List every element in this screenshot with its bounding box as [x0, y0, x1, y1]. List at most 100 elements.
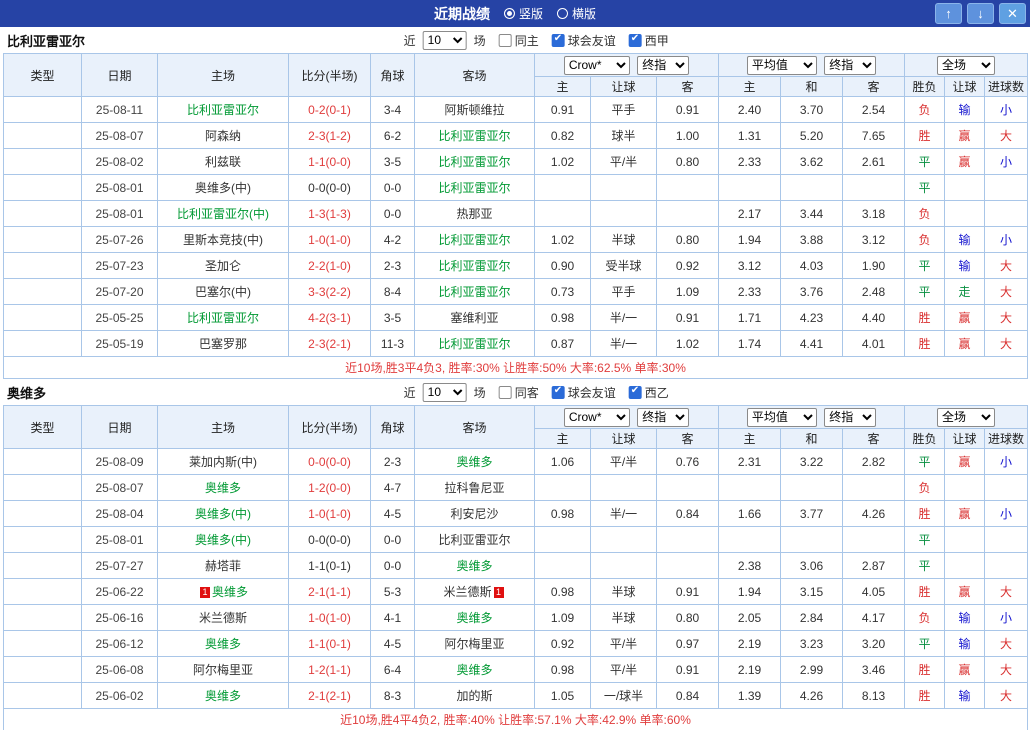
filter-same-home[interactable]: 同主: [499, 32, 539, 49]
results-table: 类型 日期 主场 比分(半场) 角球 客场 Crow* 终指 平均值 终指 全场: [3, 405, 1028, 730]
home-team-name[interactable]: 比利亚雷亚尔(中): [177, 207, 269, 221]
scope-select[interactable]: 全场: [937, 56, 995, 75]
col-handicap-home: 主: [535, 429, 591, 449]
handicap-line: 半/一: [591, 331, 657, 357]
home-team-name[interactable]: 奥维多(中): [195, 181, 251, 195]
home-team-name[interactable]: 奥维多(中): [195, 507, 251, 521]
home-team-cell: 莱加内斯(中): [158, 449, 289, 475]
avg-draw-odds: [781, 475, 843, 501]
filter-club-friendly[interactable]: 球会友谊: [552, 384, 616, 401]
handicap-line: [591, 475, 657, 501]
away-team-name[interactable]: 阿斯顿维拉: [444, 103, 504, 117]
result-outcome: 负: [905, 227, 945, 253]
away-team-name[interactable]: 比利亚雷亚尔: [438, 155, 510, 169]
avg-draw-odds: 3.88: [781, 227, 843, 253]
score: 1-0(1-0): [289, 227, 371, 253]
home-team-name[interactable]: 巴塞尔(中): [195, 285, 251, 299]
home-team-name[interactable]: 里斯本竞技(中): [183, 233, 263, 247]
away-team-name[interactable]: 奥维多: [456, 611, 492, 625]
col-away: 客场: [415, 54, 535, 97]
match-count-select[interactable]: 10: [423, 31, 467, 50]
average-select[interactable]: 平均值: [747, 408, 817, 427]
home-team-name[interactable]: 圣加仑: [205, 259, 241, 273]
away-team-name[interactable]: 阿尔梅里亚: [444, 637, 504, 651]
filter-laliga[interactable]: 西甲: [629, 32, 669, 49]
home-team-cell: 1奥维多: [158, 579, 289, 605]
away-team-name[interactable]: 比利亚雷亚尔: [438, 259, 510, 273]
average-odds-group-header: 平均值 终指: [719, 406, 905, 429]
result-goals: 大: [985, 657, 1028, 683]
handicap-line: 平/半: [591, 149, 657, 175]
radio-portrait[interactable]: 竖版: [504, 5, 543, 22]
corner-score: 0-0: [371, 553, 415, 579]
avg-draw-odds: 5.20: [781, 123, 843, 149]
away-team-name[interactable]: 比利亚雷亚尔: [438, 285, 510, 299]
home-team-cell: 利兹联: [158, 149, 289, 175]
match-row: 球会友谊25-07-26里斯本竞技(中)1-0(1-0)4-2比利亚雷亚尔1.0…: [4, 227, 1028, 253]
filter-segunda[interactable]: 西乙: [629, 384, 669, 401]
final-index-select-2[interactable]: 终指: [824, 56, 876, 75]
col-avg-home: 主: [719, 77, 781, 97]
home-team-name[interactable]: 阿森纳: [205, 129, 241, 143]
average-select[interactable]: 平均值: [747, 56, 817, 75]
result-outcome: 负: [905, 201, 945, 227]
scroll-up-button[interactable]: ↑: [935, 3, 962, 24]
avg-draw-odds: 3.06: [781, 553, 843, 579]
away-team-name[interactable]: 奥维多: [456, 455, 492, 469]
away-team-name[interactable]: 奥维多: [456, 663, 492, 677]
away-team-cell: 热那亚: [415, 201, 535, 227]
result-outcome: 平: [905, 449, 945, 475]
away-team-name[interactable]: 奥维多: [456, 559, 492, 573]
away-team-name[interactable]: 米兰德斯: [443, 585, 491, 599]
home-team-name[interactable]: 巴塞罗那: [199, 337, 247, 351]
home-team-name[interactable]: 奥维多: [212, 585, 248, 599]
away-team-name[interactable]: 比利亚雷亚尔: [438, 233, 510, 247]
away-team-name[interactable]: 热那亚: [456, 207, 492, 221]
scope-select[interactable]: 全场: [937, 408, 995, 427]
home-team-name[interactable]: 比利亚雷亚尔: [187, 103, 259, 117]
home-team-name[interactable]: 利兹联: [205, 155, 241, 169]
home-team-name[interactable]: 奥维多: [205, 689, 241, 703]
result-handicap: 走: [945, 279, 985, 305]
handicap-away-odds: 0.91: [657, 579, 719, 605]
away-team-name[interactable]: 比利亚雷亚尔: [438, 337, 510, 351]
away-team-name[interactable]: 塞维利亚: [450, 311, 498, 325]
away-team-name[interactable]: 比利亚雷亚尔: [438, 533, 510, 547]
handicap-away-odds: [657, 527, 719, 553]
close-button[interactable]: ✕: [999, 3, 1026, 24]
avg-draw-odds: 4.03: [781, 253, 843, 279]
home-team-name[interactable]: 比利亚雷亚尔: [187, 311, 259, 325]
away-team-name[interactable]: 比利亚雷亚尔: [438, 129, 510, 143]
match-count-select[interactable]: 10: [423, 383, 467, 402]
home-team-name[interactable]: 莱加内斯(中): [189, 455, 257, 469]
home-team-cell: 奥维多(中): [158, 175, 289, 201]
home-team-name[interactable]: 奥维多: [205, 481, 241, 495]
away-team-name[interactable]: 加的斯: [456, 689, 492, 703]
handicap-home-odds: 0.73: [535, 279, 591, 305]
avg-draw-odds: 3.22: [781, 449, 843, 475]
bookmaker-select[interactable]: Crow*: [564, 56, 630, 75]
result-outcome: 胜: [905, 657, 945, 683]
checkbox-icon: [499, 34, 512, 47]
filter-same-away[interactable]: 同客: [499, 384, 539, 401]
away-team-name[interactable]: 利安尼沙: [450, 507, 498, 521]
scroll-down-button[interactable]: ↓: [967, 3, 994, 24]
result-group-header: 全场: [905, 54, 1028, 77]
away-team-name[interactable]: 拉科鲁尼亚: [444, 481, 504, 495]
home-team-name[interactable]: 奥维多(中): [195, 533, 251, 547]
score: 4-2(3-1): [289, 305, 371, 331]
final-index-select-2[interactable]: 终指: [824, 408, 876, 427]
home-team-name[interactable]: 米兰德斯: [199, 611, 247, 625]
home-team-name[interactable]: 赫塔菲: [205, 559, 241, 573]
home-team-name[interactable]: 奥维多: [205, 637, 241, 651]
match-date: 25-08-04: [82, 501, 158, 527]
away-team-name[interactable]: 比利亚雷亚尔: [438, 181, 510, 195]
match-row: 球会友谊25-08-01奥维多(中)0-0(0-0)0-0比利亚雷亚尔平: [4, 175, 1028, 201]
final-index-select[interactable]: 终指: [637, 56, 689, 75]
home-team-name[interactable]: 阿尔梅里亚: [193, 663, 253, 677]
radio-landscape[interactable]: 横版: [557, 5, 596, 22]
final-index-select[interactable]: 终指: [637, 408, 689, 427]
filter-club-friendly[interactable]: 球会友谊: [552, 32, 616, 49]
result-goals: [985, 201, 1028, 227]
bookmaker-select[interactable]: Crow*: [564, 408, 630, 427]
